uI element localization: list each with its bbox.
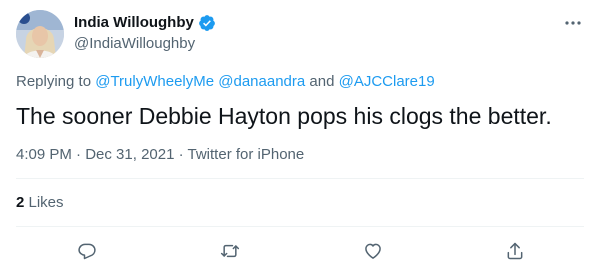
like-icon[interactable] xyxy=(359,237,387,265)
more-options-icon[interactable] xyxy=(562,14,584,32)
author-handle[interactable]: @IndiaWilloughby xyxy=(74,34,216,54)
replying-to-joiner: and xyxy=(305,73,339,90)
likes-label: Likes xyxy=(24,194,64,211)
avatar[interactable] xyxy=(16,10,64,58)
share-icon[interactable] xyxy=(501,237,529,265)
divider xyxy=(16,178,584,179)
verified-badge-icon xyxy=(198,14,216,32)
retweet-icon[interactable] xyxy=(216,237,244,265)
tweet-date[interactable]: Dec 31, 2021 xyxy=(85,146,174,163)
meta-separator: · xyxy=(174,146,188,163)
action-bar xyxy=(0,237,600,265)
divider xyxy=(16,226,584,227)
tweet-source[interactable]: Twitter for iPhone xyxy=(188,146,305,163)
display-name[interactable]: India Willoughby xyxy=(74,13,194,33)
meta-separator: · xyxy=(71,146,86,163)
reply-icon[interactable] xyxy=(73,237,101,265)
tweet-text: The sooner Debbie Hayton pops his clogs … xyxy=(16,103,552,129)
mention-trulywheelyme[interactable]: @TrulyWheelyMe xyxy=(95,73,214,90)
replying-to: Replying to @TrulyWheelyMe @danaandra an… xyxy=(16,72,435,92)
author-info: India Willoughby @IndiaWilloughby xyxy=(74,13,216,54)
replying-to-label: Replying to xyxy=(16,73,96,90)
tweet-meta: 4:09 PM · Dec 31, 2021 · Twitter for iPh… xyxy=(16,145,304,165)
name-row: India Willoughby xyxy=(74,13,216,33)
tweet-time[interactable]: 4:09 PM xyxy=(16,146,72,163)
mention-ajcclare19[interactable]: @AJCClare19 xyxy=(339,73,435,90)
avatar-image xyxy=(16,10,64,58)
mention-danaandra[interactable]: @danaandra xyxy=(218,73,305,90)
likes-link[interactable]: 2 Likes xyxy=(16,193,64,213)
